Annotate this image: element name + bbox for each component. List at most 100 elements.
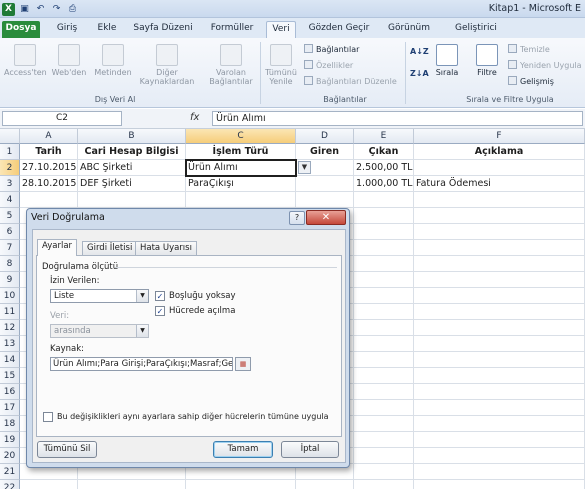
row-header[interactable]: 15: [0, 368, 20, 384]
select-all-corner[interactable]: [0, 129, 20, 144]
from-web-button[interactable]: Web'den: [50, 44, 88, 77]
from-access-button[interactable]: Access'ten: [4, 44, 47, 77]
save-icon[interactable]: ▣: [18, 3, 31, 16]
tab-insert[interactable]: Ekle: [92, 21, 122, 38]
row-header[interactable]: 19: [0, 432, 20, 448]
connections-label: Bağlantılar: [316, 45, 360, 54]
close-button[interactable]: ✕: [306, 210, 346, 225]
sort-button[interactable]: Sırala: [432, 44, 462, 77]
collapse-dialog-icon[interactable]: ▦: [235, 357, 251, 371]
row-header[interactable]: 6: [0, 224, 20, 240]
clear-filter-button[interactable]: Temizle: [508, 44, 550, 55]
row-header[interactable]: 18: [0, 416, 20, 432]
cell-e2[interactable]: 2.500,00 TL: [354, 160, 413, 176]
refresh-all-button[interactable]: Tümünü Yenile: [262, 44, 300, 86]
tab-developer[interactable]: Geliştirici: [446, 21, 506, 38]
data-select[interactable]: arasında ▼: [50, 324, 149, 338]
print-preview-icon[interactable]: ⎙: [66, 3, 79, 16]
row-header[interactable]: 1: [0, 144, 20, 160]
cell-f2[interactable]: [414, 160, 584, 176]
ok-button[interactable]: Tamam: [213, 441, 273, 458]
row-header[interactable]: 4: [0, 192, 20, 208]
tab-review[interactable]: Gözden Geçir: [306, 21, 372, 38]
other-sources-button[interactable]: Diğer Kaynaklardan: [138, 44, 196, 86]
excel-logo-icon[interactable]: X: [2, 2, 15, 16]
cell-dropdown-arrow-icon[interactable]: ▼: [298, 161, 311, 174]
tab-page-layout[interactable]: Sayfa Düzeni: [130, 21, 196, 38]
row-header[interactable]: 3: [0, 176, 20, 192]
tab-formulas[interactable]: Formüller: [206, 21, 258, 38]
connections-icon: [304, 44, 313, 53]
group-separator: [405, 42, 406, 104]
undo-icon[interactable]: ↶: [34, 3, 47, 16]
redo-icon[interactable]: ↷: [50, 3, 63, 16]
clear-all-button[interactable]: Tümünü Sil: [37, 441, 97, 458]
name-box[interactable]: C2: [2, 111, 122, 126]
advanced-filter-label: Gelişmiş: [520, 77, 554, 86]
ignore-blank-checkbox[interactable]: ✓: [155, 291, 165, 301]
existing-connections-button[interactable]: Varolan Bağlantılar: [202, 44, 260, 86]
in-cell-dropdown-checkbox[interactable]: ✓: [155, 306, 165, 316]
cell-e3[interactable]: 1.000,00 TL: [354, 176, 413, 192]
row-header[interactable]: 2: [0, 160, 20, 176]
cell-b2[interactable]: ABC Şirketi: [78, 160, 185, 176]
in-cell-dropdown-label: Hücrede açılma: [169, 306, 236, 316]
cell-a2[interactable]: 27.10.2015: [20, 160, 77, 176]
edit-links-button[interactable]: Bağlantıları Düzenle: [304, 76, 397, 87]
tab-file[interactable]: Dosya: [2, 21, 40, 38]
column-header-c[interactable]: C: [186, 129, 296, 144]
apply-all-checkbox[interactable]: [43, 412, 53, 422]
reapply-button[interactable]: Yeniden Uygula: [508, 60, 582, 71]
formula-input[interactable]: Ürün Alımı: [212, 111, 583, 126]
tab-settings[interactable]: Ayarlar: [37, 239, 78, 256]
cell-b1[interactable]: Cari Hesap Bilgisi: [78, 144, 185, 160]
row-header[interactable]: 7: [0, 240, 20, 256]
tab-view[interactable]: Görünüm: [384, 21, 434, 38]
properties-button[interactable]: Özellikler: [304, 60, 353, 71]
row-header[interactable]: 22: [0, 480, 20, 489]
row-header[interactable]: 16: [0, 384, 20, 400]
column-header-e[interactable]: E: [354, 129, 414, 144]
tab-error-alert[interactable]: Hata Uyarısı: [135, 241, 197, 255]
cancel-button[interactable]: İptal: [281, 441, 339, 458]
source-input[interactable]: Ürün Alımı;Para Girişi;ParaÇıkışı;Masraf…: [50, 357, 233, 371]
cell-c3[interactable]: ParaÇıkışı: [186, 176, 295, 192]
advanced-filter-button[interactable]: Gelişmiş: [508, 76, 554, 87]
cell-d1[interactable]: Giren: [296, 144, 353, 160]
cell-a1[interactable]: Tarih: [20, 144, 77, 160]
row-header[interactable]: 12: [0, 320, 20, 336]
connections-button[interactable]: Bağlantılar: [304, 44, 359, 55]
cell-f1[interactable]: Açıklama: [414, 144, 584, 160]
cell-b3[interactable]: DEF Şirketi: [78, 176, 185, 192]
row-header[interactable]: 8: [0, 256, 20, 272]
cell-d3[interactable]: [296, 176, 353, 192]
cell-f3[interactable]: Fatura Ödemesi: [414, 176, 584, 192]
existing-label-2: Bağlantılar: [209, 77, 253, 86]
from-text-button[interactable]: Metinden: [92, 44, 134, 77]
filter-button[interactable]: Filtre: [470, 44, 504, 77]
column-header-b[interactable]: B: [78, 129, 186, 144]
row-header[interactable]: 20: [0, 448, 20, 464]
column-header-a[interactable]: A: [20, 129, 78, 144]
cell-e1[interactable]: Çıkan: [354, 144, 413, 160]
row-header[interactable]: 9: [0, 272, 20, 288]
cell-a3[interactable]: 28.10.2015: [20, 176, 77, 192]
insert-function-icon[interactable]: fx: [190, 112, 199, 123]
row-header[interactable]: 13: [0, 336, 20, 352]
row-header[interactable]: 17: [0, 400, 20, 416]
column-header-d[interactable]: D: [296, 129, 354, 144]
column-header-f[interactable]: F: [414, 129, 585, 144]
tab-home[interactable]: Giriş: [50, 21, 84, 38]
tab-input-message[interactable]: Girdi İletisi: [82, 241, 138, 255]
tab-data[interactable]: Veri: [266, 21, 296, 38]
row-header[interactable]: 14: [0, 352, 20, 368]
sort-az-button[interactable]: A↓Z: [410, 46, 429, 57]
cell-c1[interactable]: İşlem Türü: [186, 144, 295, 160]
allow-select[interactable]: Liste ▼: [50, 289, 149, 303]
row-header[interactable]: 21: [0, 464, 20, 480]
help-button[interactable]: ?: [289, 211, 305, 225]
row-header[interactable]: 11: [0, 304, 20, 320]
sort-za-button[interactable]: Z↓A: [410, 68, 429, 79]
row-header[interactable]: 5: [0, 208, 20, 224]
row-header[interactable]: 10: [0, 288, 20, 304]
